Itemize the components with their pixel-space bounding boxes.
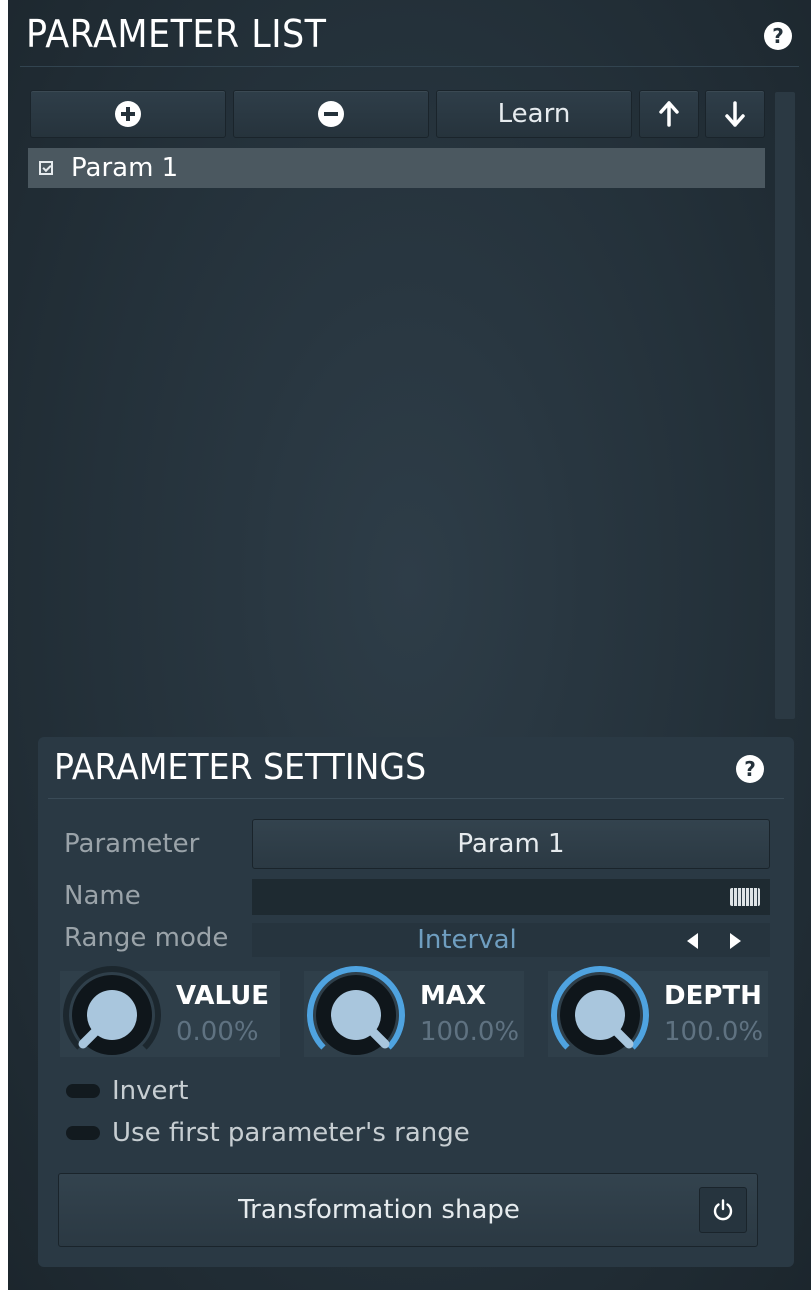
depth-knob-title: DEPTH <box>664 981 762 1011</box>
list-item[interactable]: Param 1 <box>28 148 765 188</box>
parameter-list-panel: PARAMETER LIST ? Learn Param 1 PARAMETER… <box>8 0 811 1290</box>
parameter-settings-title: PARAMETER SETTINGS <box>54 747 427 788</box>
parameter-settings-panel: PARAMETER SETTINGS ? Parameter Param 1 N… <box>38 737 794 1267</box>
triangle-right-icon[interactable] <box>730 933 741 949</box>
value-knob-readout[interactable]: 0.00% <box>176 1017 259 1047</box>
minus-circle-icon <box>318 101 344 127</box>
triangle-left-icon[interactable] <box>687 933 698 949</box>
transformation-shape-button[interactable]: Transformation shape <box>58 1173 758 1247</box>
help-icon[interactable]: ? <box>736 755 764 783</box>
use-first-range-label: Use first parameter's range <box>112 1118 470 1148</box>
parameter-list-title: PARAMETER LIST <box>26 12 327 56</box>
invert-label: Invert <box>112 1076 189 1106</box>
range-mode-value: Interval <box>417 925 517 955</box>
max-knob-readout[interactable]: 100.0% <box>420 1017 519 1047</box>
range-mode-label: Range mode <box>64 923 229 953</box>
scrollbar[interactable] <box>775 92 795 719</box>
max-knob-title: MAX <box>420 981 487 1011</box>
max-knob-section: MAX 100.0% <box>304 966 524 1057</box>
invert-led-icon[interactable] <box>66 1084 100 1098</box>
move-down-button[interactable] <box>705 90 765 138</box>
power-icon <box>713 1199 733 1221</box>
learn-label: Learn <box>497 99 571 129</box>
depth-knob-readout[interactable]: 100.0% <box>664 1017 763 1047</box>
title-divider <box>20 66 799 67</box>
depth-knob-section: DEPTH 100.0% <box>548 966 768 1057</box>
use-first-range-toggle[interactable]: Use first parameter's range <box>66 1117 470 1149</box>
transformation-power-button[interactable] <box>699 1187 747 1233</box>
list-item-label: Param 1 <box>71 153 179 183</box>
arrow-down-icon <box>725 101 745 127</box>
parameter-selector[interactable]: Param 1 <box>252 819 770 869</box>
name-field[interactable] <box>252 879 770 915</box>
move-up-button[interactable] <box>639 90 699 138</box>
settings-divider <box>48 798 784 799</box>
depth-knob[interactable] <box>548 963 652 1067</box>
name-label: Name <box>64 881 141 911</box>
value-knob-section: VALUE 0.00% <box>60 966 280 1057</box>
use-first-range-led-icon[interactable] <box>66 1126 100 1140</box>
plus-circle-icon <box>115 101 141 127</box>
invert-toggle[interactable]: Invert <box>66 1075 188 1107</box>
keyboard-icon[interactable] <box>730 888 760 906</box>
range-mode-selector[interactable]: Interval <box>252 923 770 957</box>
remove-parameter-button[interactable] <box>233 90 429 138</box>
value-knob[interactable] <box>60 963 164 1067</box>
transformation-shape-label: Transformation shape <box>238 1195 520 1225</box>
add-parameter-button[interactable] <box>30 90 226 138</box>
parameter-label: Parameter <box>64 829 200 859</box>
max-knob[interactable] <box>304 963 408 1067</box>
help-icon[interactable]: ? <box>764 22 792 50</box>
arrow-up-icon <box>659 101 679 127</box>
learn-button[interactable]: Learn <box>436 90 632 138</box>
checkbox-icon[interactable] <box>39 161 53 175</box>
value-knob-title: VALUE <box>176 981 269 1011</box>
